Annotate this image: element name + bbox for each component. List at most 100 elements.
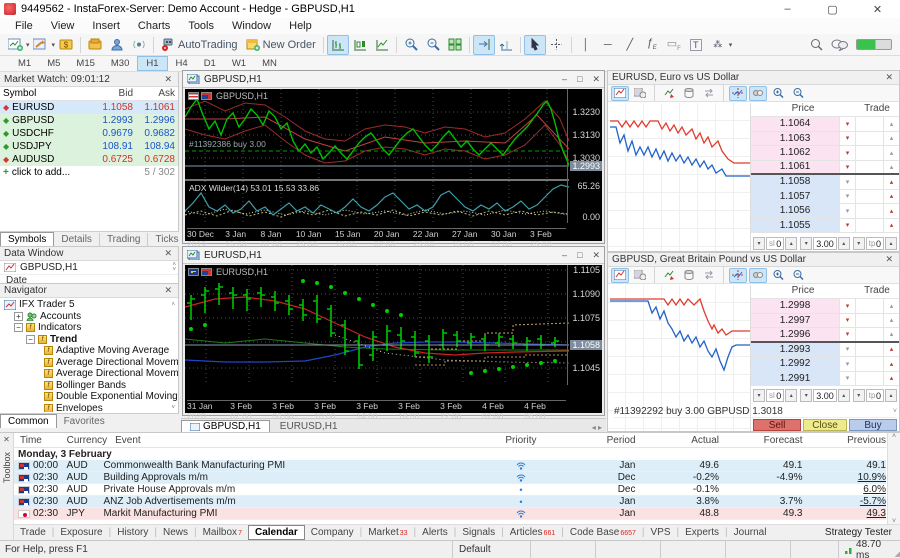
tab-market[interactable]: Market33 [362, 526, 413, 539]
trade-cell[interactable] [855, 343, 883, 357]
column-ask[interactable]: Ask [133, 88, 175, 99]
market-watch-row-eurusd[interactable]: ◆EURUSD 1.1058 1.1061 [0, 101, 178, 114]
tab-trade[interactable]: Trade [14, 526, 52, 539]
chevron-down-icon[interactable]: ▾ [839, 357, 855, 371]
trade-cell[interactable] [855, 190, 883, 204]
trade-cell[interactable] [855, 175, 883, 189]
menu-window[interactable]: Window [223, 20, 280, 32]
navigator-toggle-button[interactable] [106, 35, 128, 55]
dom-ask-row[interactable]: 1.1063▾ ▴ [751, 132, 899, 147]
autotrading-button[interactable]: AutoTrading [157, 35, 242, 55]
collapse-icon[interactable]: − [26, 335, 35, 344]
dom-close-icon[interactable]: ✕ [883, 72, 895, 83]
chart-minimize-icon[interactable]: – [562, 74, 567, 85]
dom-refresh-icon[interactable] [660, 268, 678, 283]
column-event[interactable]: Event [115, 435, 465, 446]
timeframe-w1[interactable]: W1 [224, 57, 254, 70]
ask-price[interactable]: 1.2997 [751, 314, 839, 328]
bid-price[interactable]: 1.1057 [751, 190, 839, 204]
ask-price[interactable]: 1.1063 [751, 132, 839, 146]
text-tool-button[interactable]: T [685, 35, 707, 55]
timeframe-m15[interactable]: M15 [68, 57, 102, 70]
stepper-down-icon[interactable]: ▾ [853, 237, 865, 250]
chart-shift-button[interactable] [495, 35, 517, 55]
chart-close-icon[interactable]: ✕ [592, 74, 600, 85]
horizontal-line-tool-button[interactable]: ─ [597, 35, 619, 55]
column-price[interactable]: Price [751, 103, 855, 116]
chart-window-titlebar[interactable]: GBPUSD,H1 – □ ✕ [183, 71, 604, 88]
navigator-item-indicator[interactable]: fEnvelopes ˅ [4, 403, 178, 413]
calendar-event-row[interactable]: 02:30 AUD Building Approvals m/m Dec -0.… [14, 472, 886, 484]
calendar-event-row[interactable]: 00:00 AUD Commonwealth Bank Manufacturin… [14, 460, 886, 472]
menu-tools[interactable]: Tools [179, 20, 223, 32]
trade-cell[interactable] [855, 117, 883, 131]
buy-button[interactable]: Buy [849, 419, 897, 431]
chart-window-titlebar[interactable]: EURUSD,H1 – □ ✕ [183, 247, 604, 264]
chevron-up-icon[interactable]: ▴ [883, 299, 899, 313]
close-button[interactable]: Close [803, 419, 847, 431]
dom-bid-row[interactable]: 1.1058▾▴ [751, 175, 899, 190]
bid-price[interactable]: 1.2993 [751, 343, 839, 357]
toolbox-close-icon[interactable]: ✕ [3, 435, 10, 444]
autoscroll-button[interactable] [473, 35, 495, 55]
navigator-root[interactable]: IFX Trader 5 ˄ [4, 299, 178, 311]
dom-depth-icon[interactable] [680, 268, 698, 283]
chevron-up-icon[interactable]: ▴ [883, 343, 899, 357]
menu-file[interactable]: File [6, 20, 42, 32]
bid-price[interactable]: 1.1058 [751, 175, 839, 189]
dom-bid-row[interactable]: 1.2991▾▴ [751, 372, 899, 387]
dom-refresh-icon[interactable] [660, 86, 678, 101]
gbp-flag-icon[interactable] [188, 92, 199, 100]
market-watch-row-usdchf[interactable]: ◆USDCHF 0.9679 0.9682 [0, 127, 178, 140]
tab-mailbox[interactable]: Mailbox7 [197, 526, 248, 539]
timeframe-m1[interactable]: M1 [10, 57, 39, 70]
stepper-down-icon[interactable]: ▾ [853, 389, 865, 402]
timeframe-h1-active[interactable]: H1 [137, 56, 167, 71]
trade-cell[interactable] [855, 299, 883, 313]
price-scale[interactable]: 1.1105 1.1090 1.1075 1.1058 1.1045 [567, 265, 602, 385]
dom-orders-icon[interactable] [631, 268, 649, 283]
strategy-tester-link[interactable]: Strategy Tester [825, 527, 900, 538]
column-trade[interactable]: Trade [855, 285, 899, 298]
dom-bid-row[interactable]: 1.2993▾▴ [751, 343, 899, 358]
sl-stepper[interactable]: ▾sl0▴ [753, 237, 797, 250]
chart-canvas[interactable]: EURUSD,H1 1.1105 1.1090 1.1075 1.1058 1.… [185, 265, 602, 413]
column-trade[interactable]: Trade [855, 103, 899, 116]
trade-cell[interactable] [855, 204, 883, 218]
bar-chart-mode-button[interactable] [327, 35, 349, 55]
bid-price[interactable]: 1.1056 [751, 204, 839, 218]
navigator-close-icon[interactable]: ✕ [162, 285, 174, 296]
navigator-item-trend[interactable]: − f Trend [4, 334, 178, 346]
menu-insert[interactable]: Insert [83, 20, 129, 32]
chevron-up-icon[interactable]: ▴ [883, 132, 899, 146]
timeframe-h4[interactable]: H4 [168, 57, 196, 70]
label-tool-button[interactable]: ▭F [663, 35, 685, 55]
chevron-down-icon[interactable]: ▾ [839, 132, 855, 146]
volume-stepper[interactable]: ▾3.00▴ [800, 237, 850, 250]
chevron-up-icon[interactable]: ▴ [883, 314, 899, 328]
dom-transfer-icon[interactable] [700, 86, 718, 101]
stepper-down-icon[interactable]: ▾ [800, 237, 812, 250]
column-previous[interactable]: Previous [803, 435, 887, 446]
dom-circles-icon[interactable] [749, 268, 767, 283]
market-watch-toggle-button[interactable] [84, 35, 106, 55]
market-watch-row-gbpusd[interactable]: ◆GBPUSD 1.2993 1.2996 [0, 114, 178, 127]
dom-ask-row[interactable]: 1.2996▾▴ [751, 328, 899, 343]
tab-common[interactable]: Common [0, 414, 57, 428]
tab-calendar-active[interactable]: Calendar [248, 525, 305, 540]
column-time[interactable]: Time [14, 435, 67, 446]
navigator-item-indicator[interactable]: fDouble Exponential Moving Av [4, 391, 178, 403]
stepper-down-icon[interactable]: ▾ [753, 237, 765, 250]
chart-close-icon[interactable]: ✕ [592, 250, 600, 261]
timeframe-d1[interactable]: D1 [196, 57, 224, 70]
stepper-up-icon[interactable]: ▴ [885, 237, 897, 250]
time-axis[interactable]: 31 Jan 2020 3 Feb 02:00 3 Feb 06:00 3 Fe… [187, 400, 566, 411]
dom-zoom-in-icon[interactable] [769, 86, 787, 101]
market-watch-close-icon[interactable]: ✕ [162, 74, 174, 85]
tab-scroll-right-icon[interactable]: ▸ [598, 423, 602, 432]
chevron-up-icon[interactable]: ▴ [883, 190, 899, 204]
volume-stepper[interactable]: ▾3.00▴ [800, 389, 850, 402]
ask-price[interactable]: 1.1061 [751, 161, 839, 174]
bid-price[interactable]: 1.2992 [751, 357, 839, 371]
scrollbar-up-icon[interactable]: ˄ [892, 433, 896, 440]
